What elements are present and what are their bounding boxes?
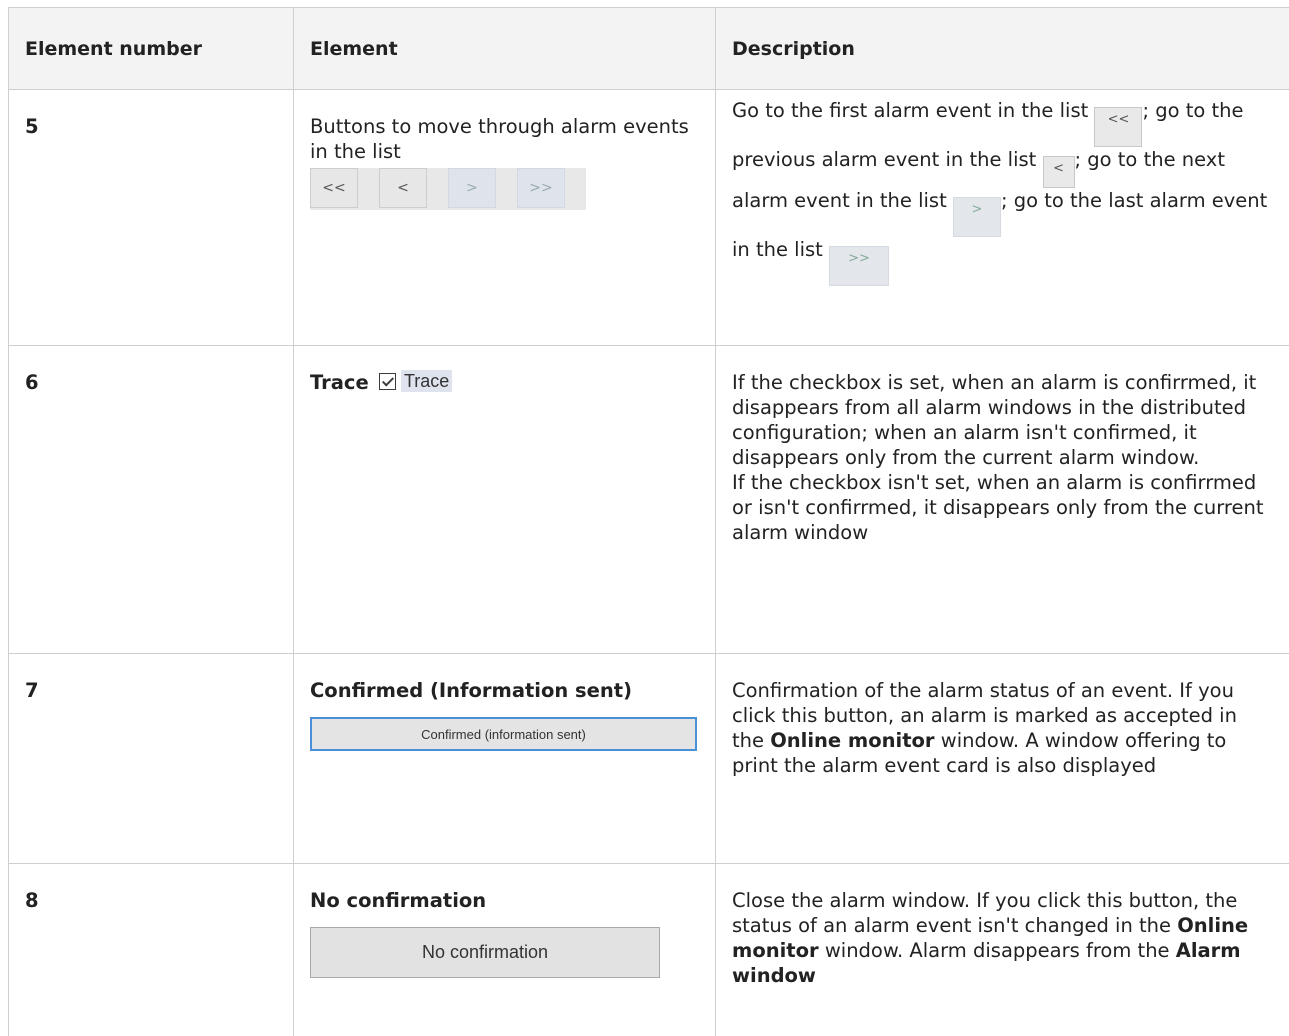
description-text: Close the alarm window. If you click thi…: [732, 889, 1237, 937]
next-button-image: >: [953, 197, 1001, 237]
row-number: 8: [9, 864, 294, 1036]
first-button[interactable]: <<: [310, 168, 358, 208]
table-row: 8 No confirmation No confirmation Close …: [9, 864, 1289, 1036]
previous-button-image: <: [1043, 156, 1075, 188]
confirmed-button[interactable]: Confirmed (information sent): [310, 717, 697, 751]
description-paragraph: If the checkbox is set, when an alarm is…: [732, 370, 1273, 470]
first-button-image: <<: [1094, 107, 1142, 147]
checkbox-checked-icon[interactable]: [379, 373, 396, 390]
table-row: 7 Confirmed (Information sent) Confirmed…: [9, 654, 1289, 864]
elements-table: Element number Element Description 5 But…: [8, 7, 1289, 1036]
row-number: 6: [9, 346, 294, 654]
trace-checkbox-control[interactable]: Trace: [379, 370, 452, 392]
next-button[interactable]: >: [448, 168, 496, 208]
description-paragraph: If the checkbox isn't set, when an alarm…: [732, 470, 1273, 545]
description-bold: Online monitor: [770, 729, 934, 752]
element-cell: Buttons to move through alarm events in …: [294, 90, 716, 346]
last-button-image: >>: [829, 246, 889, 286]
header-description: Description: [716, 8, 1289, 90]
description-cell: Go to the first alarm event in the list …: [716, 90, 1289, 346]
element-cell: Confirmed (Information sent) Confirmed (…: [294, 654, 716, 864]
header-element-number: Element number: [9, 8, 294, 90]
table-row: 6 Trace Trace If the checkbox is set, wh…: [9, 346, 1289, 654]
description-text: window. Alarm disappears from the: [819, 939, 1176, 962]
element-cell: No confirmation No confirmation: [294, 864, 716, 1036]
no-confirmation-button[interactable]: No confirmation: [310, 927, 660, 978]
description-cell: Close the alarm window. If you click thi…: [716, 864, 1289, 1036]
previous-button[interactable]: <: [379, 168, 427, 208]
description-cell: Confirmation of the alarm status of an e…: [716, 654, 1289, 864]
element-title: Confirmed (Information sent): [310, 678, 699, 703]
element-title: Trace: [310, 371, 369, 394]
element-title: Buttons to move through alarm events in …: [310, 114, 699, 164]
table-header-row: Element number Element Description: [9, 8, 1289, 90]
row-number: 7: [9, 654, 294, 864]
header-element: Element: [294, 8, 716, 90]
element-title: No confirmation: [310, 888, 699, 913]
nav-buttons-strip: << < > >>: [310, 168, 586, 210]
row-number: 5: [9, 90, 294, 346]
last-button[interactable]: >>: [517, 168, 565, 208]
element-cell: Trace Trace: [294, 346, 716, 654]
trace-checkbox-label: Trace: [401, 370, 452, 392]
description-cell: If the checkbox is set, when an alarm is…: [716, 346, 1289, 654]
description-text: Go to the first alarm event in the list: [732, 99, 1088, 122]
table-row: 5 Buttons to move through alarm events i…: [9, 90, 1289, 346]
